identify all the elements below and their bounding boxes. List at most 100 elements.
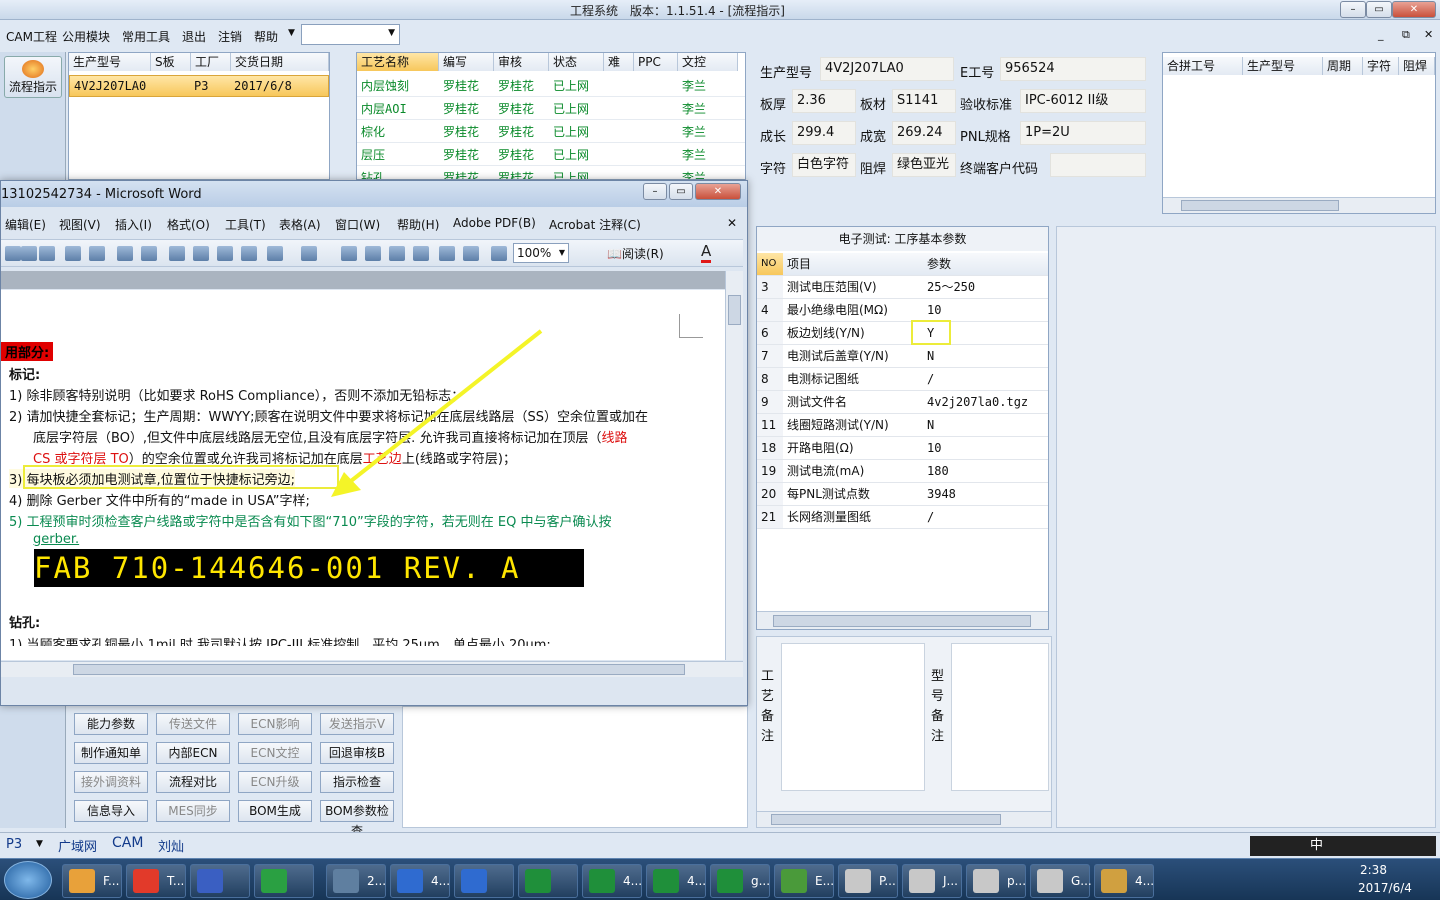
- action-button[interactable]: BOM生成: [238, 800, 312, 822]
- maximize-button[interactable]: ▭: [1366, 1, 1392, 18]
- taskbar-item[interactable]: [190, 864, 250, 898]
- col-difficulty[interactable]: 难: [604, 53, 634, 71]
- action-button[interactable]: 制作通知单: [74, 742, 148, 764]
- taskbar-item[interactable]: g...: [710, 864, 770, 898]
- col-merge-model[interactable]: 生产型号: [1243, 57, 1323, 75]
- menu-logout[interactable]: 注销: [218, 28, 242, 45]
- toolbar-combo[interactable]: ▼: [301, 24, 400, 45]
- taskbar-item[interactable]: [254, 864, 314, 898]
- taskbar-item[interactable]: T...: [126, 864, 186, 898]
- mask-field[interactable]: 绿色亚光: [892, 153, 956, 177]
- eno-field[interactable]: 956524: [1000, 57, 1146, 81]
- table-row[interactable]: 21 长网络测量图纸 /: [757, 506, 1048, 529]
- col-status[interactable]: 状态: [549, 53, 604, 71]
- action-button[interactable]: 内部ECN: [156, 742, 230, 764]
- col-merge-mask[interactable]: 阻焊: [1399, 57, 1435, 75]
- action-button[interactable]: 传送文件: [156, 713, 230, 735]
- action-button[interactable]: 信息导入: [74, 800, 148, 822]
- col-param[interactable]: 参数: [927, 253, 951, 275]
- table-row[interactable]: 内层蚀刻 罗桂花 罗桂花 已上网 李兰: [357, 75, 745, 97]
- params-hscroll[interactable]: [757, 611, 1048, 629]
- model-remark-field[interactable]: [951, 643, 1049, 791]
- col-ppc[interactable]: PPC: [634, 53, 678, 71]
- taskbar-item[interactable]: 4...: [1094, 864, 1154, 898]
- model-field[interactable]: 4V2J207LA0: [820, 57, 954, 81]
- action-button[interactable]: MES同步: [156, 800, 230, 822]
- table-row[interactable]: 7 电测试后盖章(Y/N) N: [757, 345, 1048, 368]
- col-merge-period[interactable]: 周期: [1323, 57, 1363, 75]
- action-button[interactable]: 回退审核B: [320, 742, 394, 764]
- table-row[interactable]: 3 测试电压范围(V) 25～250: [757, 276, 1048, 299]
- taskbar-item[interactable]: 4...: [646, 864, 706, 898]
- remarks-hscroll[interactable]: [757, 811, 1051, 827]
- action-button[interactable]: BOM参数检查: [320, 800, 394, 838]
- table-row[interactable]: 4 最小绝缘电阻(MΩ) 10: [757, 299, 1048, 322]
- char-field[interactable]: 白色字符: [792, 153, 856, 177]
- col-item[interactable]: 项目: [787, 253, 811, 275]
- table-row[interactable]: 层压 罗桂花 罗桂花 已上网 李兰: [357, 144, 745, 166]
- taskbar-item[interactable]: [518, 864, 578, 898]
- scroll-thumb[interactable]: [1181, 200, 1339, 211]
- action-button[interactable]: ECN升级: [238, 771, 312, 793]
- col-delivery-date[interactable]: 交货日期: [231, 53, 329, 71]
- action-button[interactable]: ECN影响: [238, 713, 312, 735]
- col-no[interactable]: NO: [757, 253, 783, 275]
- standard-field[interactable]: IPC-6012 II级: [1020, 89, 1146, 113]
- close-button[interactable]: ✕: [1392, 1, 1436, 18]
- table-row[interactable]: 钻孔 罗桂花 罗桂花 已上网 李兰: [357, 167, 745, 179]
- taskbar-item[interactable]: [454, 864, 514, 898]
- col-factory[interactable]: 工厂: [191, 53, 231, 71]
- width-field[interactable]: 269.24: [892, 121, 956, 145]
- flow-indicator-button[interactable]: 流程指示: [4, 56, 62, 98]
- taskbar-item[interactable]: P...: [838, 864, 898, 898]
- col-doc-control[interactable]: 文控: [678, 53, 738, 71]
- taskbar-item[interactable]: 4...: [582, 864, 642, 898]
- action-button[interactable]: 能力参数: [74, 713, 148, 735]
- factory-selector[interactable]: P3: [6, 837, 22, 852]
- scroll-thumb[interactable]: [73, 664, 685, 675]
- col-reviewer[interactable]: 审核: [494, 53, 549, 71]
- col-merge-char[interactable]: 字符: [1363, 57, 1399, 75]
- doc-vscroll[interactable]: [725, 271, 743, 660]
- table-row[interactable]: 19 测试电流(mA) 180: [757, 460, 1048, 483]
- scroll-thumb[interactable]: [771, 814, 1001, 825]
- action-button[interactable]: 流程对比: [156, 771, 230, 793]
- process-remark-field[interactable]: [781, 643, 925, 791]
- menu-cam[interactable]: CAM工程: [6, 28, 57, 45]
- mdi-close-icon[interactable]: ✕: [1424, 28, 1433, 41]
- clock-date[interactable]: 2017/6/4: [1358, 881, 1412, 895]
- col-model[interactable]: 生产型号: [69, 53, 151, 71]
- action-button[interactable]: ECN文控: [238, 742, 312, 764]
- table-row[interactable]: 18 开路电阻(Ω) 10: [757, 437, 1048, 460]
- mdi-restore-icon[interactable]: ⧉: [1402, 28, 1410, 42]
- ime-mode[interactable]: 中: [1310, 838, 1323, 853]
- table-row[interactable]: 8 电测标记图纸 /: [757, 368, 1048, 391]
- start-button[interactable]: [4, 861, 52, 899]
- menu-common-modules[interactable]: 公用模块: [62, 28, 110, 45]
- taskbar-item[interactable]: p...: [966, 864, 1026, 898]
- taskbar-item[interactable]: J...: [902, 864, 962, 898]
- table-row[interactable]: 4V2J207LA0 P3 2017/6/8: [69, 75, 329, 97]
- menu-help[interactable]: 帮助: [254, 28, 278, 45]
- merge-hscroll[interactable]: [1163, 197, 1435, 213]
- doc-hscroll[interactable]: [1, 661, 743, 677]
- taskbar-item[interactable]: 2...: [326, 864, 386, 898]
- scroll-thumb[interactable]: [728, 295, 741, 325]
- action-button[interactable]: 接外调资料: [74, 771, 148, 793]
- clock-time[interactable]: 2:38: [1360, 863, 1387, 877]
- taskbar-item[interactable]: G...: [1030, 864, 1092, 898]
- length-field[interactable]: 299.4: [792, 121, 856, 145]
- action-button[interactable]: 指示检查: [320, 771, 394, 793]
- table-row[interactable]: 6 板边划线(Y/N) Y: [757, 322, 1048, 345]
- ime-bar[interactable]: 中: [1250, 836, 1436, 856]
- taskbar-item[interactable]: 4...: [390, 864, 450, 898]
- col-s-board[interactable]: S板: [151, 53, 191, 71]
- scroll-thumb[interactable]: [773, 615, 1031, 627]
- table-row[interactable]: 9 测试文件名 4v2j207la0.tgz: [757, 391, 1048, 414]
- customer-code-field[interactable]: [1050, 153, 1146, 177]
- mdi-minimize-icon[interactable]: _: [1378, 28, 1384, 41]
- material-field[interactable]: S1141: [892, 89, 956, 113]
- taskbar-item[interactable]: E...: [774, 864, 834, 898]
- minimize-button[interactable]: –: [1340, 1, 1366, 18]
- table-row[interactable]: 20 每PNL测试点数 3948: [757, 483, 1048, 506]
